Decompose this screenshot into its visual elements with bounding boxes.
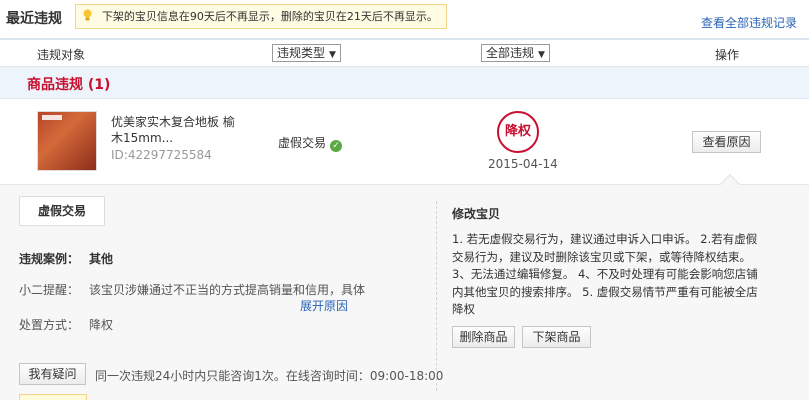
case-value: 其他 [89, 252, 114, 266]
handle-row: 处置方式： 降权 [19, 316, 113, 333]
table-row: 优美家实木复合地板 榆木15mm... ID:42297725584 虚假交易 ✓… [0, 99, 809, 185]
case-label: 违规案例： [19, 252, 80, 266]
dropdown-arrow-icon: ▼ [329, 50, 336, 60]
violation-date: 2015-04-14 [488, 157, 558, 171]
reminder-value: 该宝贝涉嫌通过不正当的方式提高销量和信用，具体 [89, 283, 366, 297]
section-header: 商品违规 (1) [0, 67, 809, 99]
product-name[interactable]: 优美家实木复合地板 榆木15mm... [111, 114, 241, 146]
ask-question-button[interactable]: 我有疑问 [19, 363, 86, 385]
penalty-stamp: 降权 [497, 111, 539, 153]
product-thumbnail[interactable] [37, 111, 97, 171]
fix-title: 修改宝贝 [452, 207, 501, 221]
tab-fake-trade[interactable]: 虚假交易 [19, 196, 105, 226]
product-id: ID:42297725584 [111, 148, 212, 162]
all-violations-select-label: 全部违规 [486, 46, 535, 60]
dropdown-arrow-icon: ▼ [538, 50, 545, 60]
tip-text: 下架的宝贝信息在90天后不再显示，删除的宝贝在21天后不再显示。 [101, 10, 438, 23]
all-violations-select[interactable]: 全部违规 ▼ [481, 44, 550, 62]
violation-type: 虚假交易 ✓ [278, 134, 343, 152]
violation-type-select-label: 违规类型 [277, 46, 326, 60]
delete-product-button[interactable]: 删除商品 [452, 326, 515, 348]
offshelf-product-button[interactable]: 下架商品 [522, 326, 591, 348]
ask-note: 同一次违规24小时内只能咨询1次。在线咨询时间：09:00-18:00 [95, 369, 444, 383]
view-all-violations-link[interactable]: 查看全部违规记录 [701, 14, 797, 31]
info-tip: 下架的宝贝信息在90天后不再显示，删除的宝贝在21天后不再显示。 [75, 4, 447, 29]
divider [436, 201, 437, 391]
header: 最近违规 下架的宝贝信息在90天后不再显示，删除的宝贝在21天后不再显示。 查看… [0, 0, 809, 38]
column-action: 操作 [715, 48, 740, 62]
check-icon: ✓ [330, 140, 343, 152]
column-target: 违规对象 [37, 48, 86, 62]
violation-type-select[interactable]: 违规类型 ▼ [272, 44, 341, 62]
page-title: 最近违规 [6, 11, 62, 27]
handle-label: 处置方式： [19, 318, 80, 332]
detail-panel: 虚假交易 违规案例： 其他 小二提醒： 该宝贝涉嫌通过不正当的方式提高销量和信用，具… [0, 185, 809, 400]
lightbulb-icon [83, 9, 92, 21]
notice-strip [19, 394, 87, 400]
table-header: 违规对象 违规类型 ▼ 全部违规 ▼ 操作 [0, 38, 809, 67]
reminder-label: 小二提醒： [19, 283, 80, 297]
handle-value: 降权 [89, 318, 114, 332]
violation-type-label: 虚假交易 [278, 136, 327, 150]
reminder-row: 小二提醒： 该宝贝涉嫌通过不正当的方式提高销量和信用，具体 [19, 281, 365, 298]
view-reason-button[interactable]: 查看原因 [692, 131, 761, 153]
case-row: 违规案例： 其他 [19, 250, 113, 267]
fix-instructions: 1. 若无虚假交易行为，建议通过申诉入口申诉。 2.若有虚假交易行为，建议及时删… [452, 232, 758, 316]
expand-reason-link[interactable]: 展开原因 [300, 297, 348, 314]
section-title: 商品违规 (1) [27, 77, 111, 93]
